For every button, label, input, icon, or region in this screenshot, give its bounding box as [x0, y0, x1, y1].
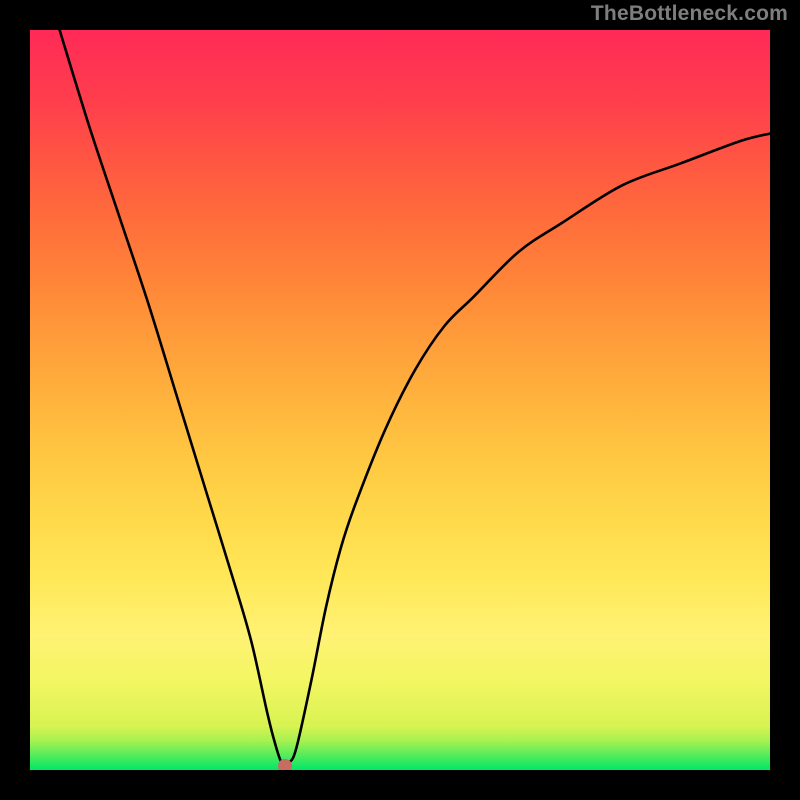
optimal-point-marker — [278, 759, 292, 770]
chart-frame: TheBottleneck.com — [0, 0, 800, 800]
plot-area — [30, 30, 770, 770]
watermark-text: TheBottleneck.com — [591, 2, 788, 26]
bottleneck-curve — [60, 30, 770, 765]
curve-layer — [30, 30, 770, 770]
